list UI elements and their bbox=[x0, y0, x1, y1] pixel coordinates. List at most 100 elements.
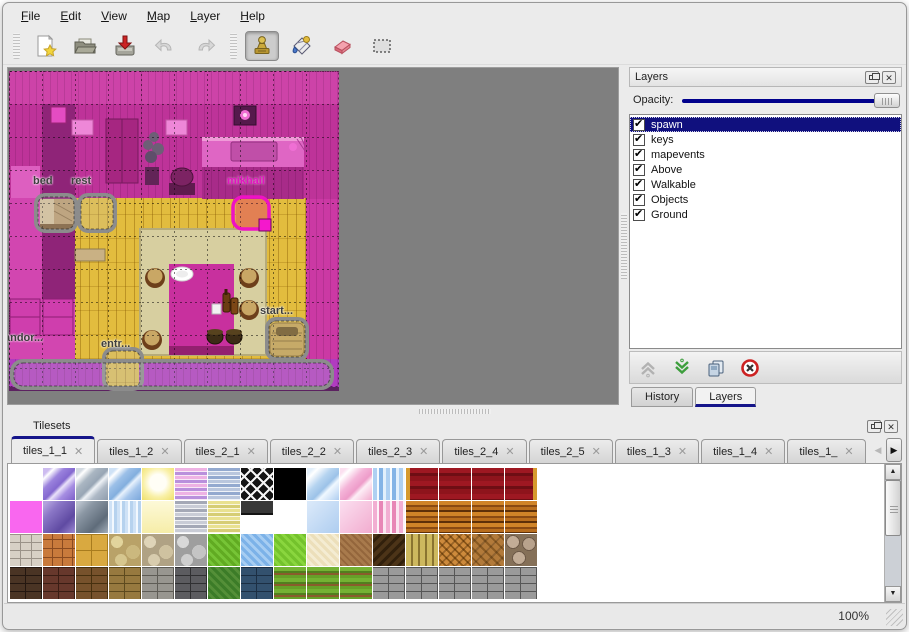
tileset-tile-brick-darkgray[interactable] bbox=[175, 567, 207, 599]
tileset-tile-brick-tan[interactable] bbox=[109, 567, 141, 599]
tileset-tile-glass-pink-pale[interactable] bbox=[340, 501, 372, 533]
close-tab-icon[interactable]: ✕ bbox=[247, 445, 256, 458]
tileset-tile-grass-bright[interactable] bbox=[274, 534, 306, 566]
tileset-tile-carpet-red-left[interactable] bbox=[406, 468, 438, 500]
tileset-tab-tiles_1_[interactable]: tiles_1_✕ bbox=[787, 439, 865, 463]
tileset-tile-wood-planks[interactable] bbox=[472, 501, 504, 533]
tileset-tile-glow-yellow[interactable] bbox=[142, 468, 174, 500]
tileset-scrollbar[interactable]: ▲ ▼ bbox=[884, 464, 901, 602]
map-viewport[interactable]: bed rest mikhail start... andor... entr.… bbox=[7, 67, 619, 405]
tileset-tile-brick-darkbrown[interactable] bbox=[10, 567, 42, 599]
menu-layer[interactable]: Layer bbox=[180, 5, 230, 27]
close-tab-icon[interactable]: ✕ bbox=[764, 445, 773, 458]
tileset-tile-white[interactable] bbox=[274, 501, 306, 533]
open-map-button[interactable] bbox=[68, 31, 102, 61]
layer-visibility-checkbox[interactable]: ✔ bbox=[633, 134, 645, 146]
tileset-tile-bamboo[interactable] bbox=[406, 534, 438, 566]
tileset-tile-brick-gray[interactable] bbox=[373, 567, 405, 599]
tileset-tab-tiles_2_2[interactable]: tiles_2_2✕ bbox=[270, 439, 354, 463]
menu-help[interactable]: Help bbox=[230, 5, 275, 27]
scroll-tabs-right-button[interactable]: ▶ bbox=[886, 438, 902, 462]
rect-select-button[interactable] bbox=[365, 31, 399, 61]
undo-button[interactable] bbox=[148, 31, 182, 61]
tileset-tile-stripes-blue[interactable] bbox=[208, 468, 240, 500]
stamp-brush-button[interactable] bbox=[245, 31, 279, 61]
tileset-tile-logs[interactable] bbox=[505, 534, 537, 566]
new-map-button[interactable] bbox=[28, 31, 62, 61]
tileset-tab-tiles_1_1[interactable]: tiles_1_1✕ bbox=[11, 436, 95, 463]
tileset-tile-grass[interactable] bbox=[208, 534, 240, 566]
tileset-tile-sand[interactable] bbox=[307, 534, 339, 566]
opacity-slider[interactable] bbox=[682, 93, 900, 108]
layer-visibility-checkbox[interactable]: ✔ bbox=[633, 209, 645, 221]
tileset-tile-carpet-red[interactable] bbox=[439, 468, 471, 500]
tileset-tile-glass-blue-light[interactable] bbox=[307, 468, 339, 500]
tileset-tile-water-shimmer[interactable] bbox=[109, 501, 141, 533]
tileset-tile-brick-blue[interactable] bbox=[241, 567, 273, 599]
float-panel-button[interactable] bbox=[865, 71, 879, 84]
menu-edit[interactable]: Edit bbox=[50, 5, 91, 27]
vertical-splitter[interactable] bbox=[619, 65, 629, 407]
tileset-tile-stripes-yellow[interactable] bbox=[208, 501, 240, 533]
close-tab-icon[interactable]: ✕ bbox=[592, 445, 601, 458]
horizontal-splitter[interactable] bbox=[3, 407, 906, 416]
tileset-tile-pavement-gold[interactable] bbox=[76, 534, 108, 566]
tileset-tile-brick-gray[interactable] bbox=[439, 567, 471, 599]
layer-row-spawn[interactable]: ✔spawn bbox=[630, 117, 901, 132]
scrollbar-trough[interactable] bbox=[885, 536, 901, 586]
tileset-tile-stripes-pink[interactable] bbox=[175, 468, 207, 500]
layer-visibility-checkbox[interactable]: ✔ bbox=[633, 149, 645, 161]
close-panel-button[interactable]: ✕ bbox=[882, 71, 896, 84]
tileset-tile-grass-rows[interactable] bbox=[307, 567, 339, 599]
tileset-tile-glass-pink[interactable] bbox=[340, 468, 372, 500]
scroll-down-button[interactable]: ▼ bbox=[885, 586, 901, 602]
tileset-tile-pink-solid[interactable] bbox=[10, 501, 42, 533]
tileset-tile-water[interactable] bbox=[241, 534, 273, 566]
save-map-button[interactable] bbox=[108, 31, 142, 61]
duplicate-layer-button[interactable] bbox=[706, 358, 726, 378]
tileset-tile-glass-purple[interactable] bbox=[43, 468, 75, 500]
scroll-tabs-left-button[interactable]: ◀ bbox=[870, 438, 886, 462]
tileset-tab-tiles_1_3[interactable]: tiles_1_3✕ bbox=[615, 439, 699, 463]
eraser-button[interactable] bbox=[325, 31, 359, 61]
tileset-tab-tiles_2_4[interactable]: tiles_2_4✕ bbox=[442, 439, 526, 463]
tileset-tile-herringbone[interactable] bbox=[472, 534, 504, 566]
tileset-tile-white[interactable] bbox=[10, 468, 42, 500]
toolbar-separator[interactable] bbox=[230, 33, 237, 59]
tileset-tile-grass-rows[interactable] bbox=[274, 567, 306, 599]
layer-visibility-checkbox[interactable]: ✔ bbox=[633, 194, 645, 206]
menu-file[interactable]: File bbox=[11, 5, 50, 27]
tileset-tile-glass-gray[interactable] bbox=[76, 468, 108, 500]
tileset-tile-shingles-dark[interactable] bbox=[373, 534, 405, 566]
tileset-tile-lattice-black[interactable] bbox=[241, 468, 273, 500]
tileset-tile-dirt[interactable] bbox=[340, 534, 372, 566]
tileset-tile-brick-stone[interactable] bbox=[142, 567, 174, 599]
close-tab-icon[interactable]: ✕ bbox=[678, 445, 687, 458]
tileset-tile-curtain-pink[interactable] bbox=[373, 501, 405, 533]
close-tab-icon[interactable]: ✕ bbox=[333, 445, 342, 458]
redo-button[interactable] bbox=[188, 31, 222, 61]
close-tab-icon[interactable]: ✕ bbox=[844, 445, 853, 458]
float-panel-button[interactable] bbox=[867, 420, 881, 433]
layer-row-Walkable[interactable]: ✔Walkable bbox=[630, 177, 901, 192]
layer-row-Ground[interactable]: ✔Ground bbox=[630, 207, 901, 222]
tileset-tab-tiles_2_5[interactable]: tiles_2_5✕ bbox=[529, 439, 613, 463]
dock-tab-layers[interactable]: Layers bbox=[695, 387, 756, 407]
resize-grip[interactable] bbox=[886, 609, 903, 626]
tileset-tile-glass-blue[interactable] bbox=[109, 468, 141, 500]
tileset-tile-black[interactable] bbox=[274, 468, 306, 500]
toolbar-drag-handle[interactable] bbox=[13, 33, 20, 59]
raise-layer-button[interactable] bbox=[638, 358, 658, 378]
layer-visibility-checkbox[interactable]: ✔ bbox=[633, 179, 645, 191]
bucket-fill-button[interactable] bbox=[285, 31, 319, 61]
tileset-tile-brick-brown[interactable] bbox=[76, 567, 108, 599]
tileset-tile-cobble-gray[interactable] bbox=[175, 534, 207, 566]
map-canvas[interactable]: bed rest mikhail start... andor... entr.… bbox=[9, 71, 339, 391]
tileset-tile-cobble-tan[interactable] bbox=[109, 534, 141, 566]
tileset-tile-plaque-dark[interactable] bbox=[241, 501, 273, 533]
tileset-tile-brick-gray[interactable] bbox=[472, 567, 504, 599]
tileset-tile-carpet-red[interactable] bbox=[472, 468, 504, 500]
tileset-tile-stone-gray[interactable] bbox=[10, 534, 42, 566]
layer-visibility-checkbox[interactable]: ✔ bbox=[633, 164, 645, 176]
tileset-tile-glass-blue-pale[interactable] bbox=[307, 501, 339, 533]
